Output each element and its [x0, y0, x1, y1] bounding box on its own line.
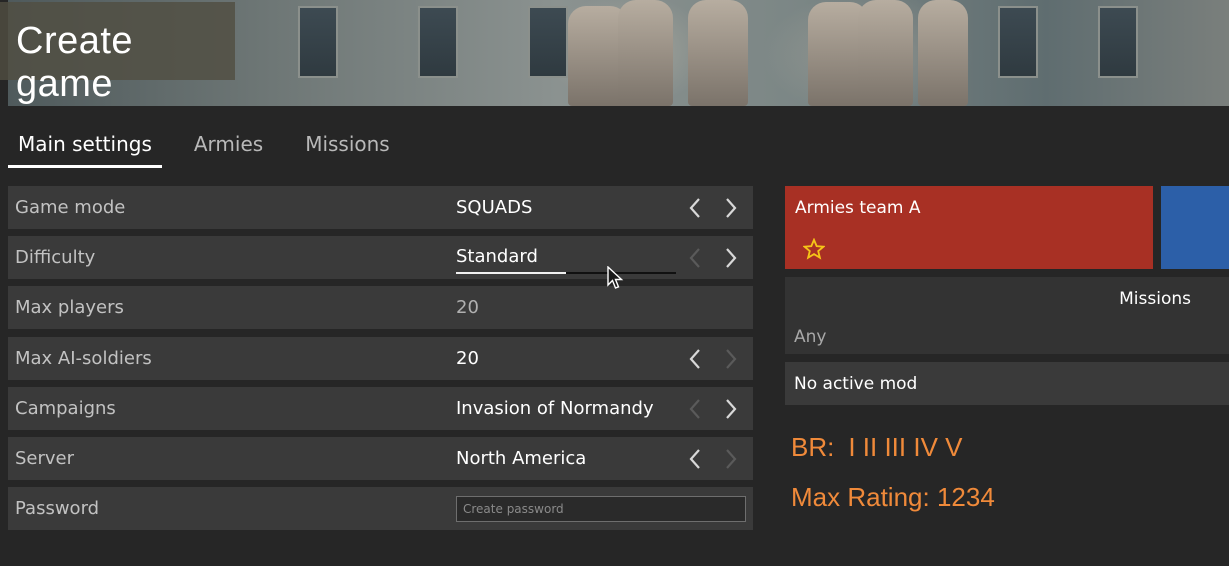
armies-team-a-label: Armies team A — [795, 198, 921, 218]
banner-statue — [688, 0, 748, 106]
chevron-left-icon — [689, 449, 700, 469]
difficulty-slider-fill — [456, 271, 566, 274]
max-ai-soldiers-value: 20 — [456, 347, 479, 369]
banner-window — [1098, 6, 1138, 78]
banner-window — [418, 6, 458, 78]
chevron-right-icon — [726, 348, 737, 369]
armies-team-a-card[interactable]: Armies team A — [785, 186, 1153, 269]
banner-statue — [618, 0, 673, 106]
chevron-right-icon — [726, 248, 737, 268]
mouse-cursor-icon — [607, 266, 624, 289]
tab-main-settings[interactable]: Main settings — [8, 126, 162, 168]
campaigns-label: Campaigns — [15, 397, 116, 419]
max-players-value: 20 — [456, 297, 479, 319]
campaigns-next-button[interactable] — [720, 396, 742, 422]
settings-list: Game mode SQUADS Difficulty Standard Max — [8, 186, 753, 537]
max-ai-soldiers-label: Max AI-soldiers — [15, 347, 152, 369]
chevron-left-icon — [689, 248, 700, 268]
tab-armies[interactable]: Armies — [184, 126, 273, 168]
mod-row[interactable]: No active mod — [785, 362, 1229, 405]
setting-row-difficulty: Difficulty Standard — [8, 236, 753, 280]
campaigns-prev-button[interactable] — [684, 396, 706, 422]
server-label: Server — [15, 447, 75, 469]
game-mode-label: Game mode — [15, 197, 126, 218]
password-input[interactable] — [456, 496, 746, 523]
title-box: Create game — [0, 2, 235, 105]
page-title: Create game — [16, 20, 134, 105]
setting-row-max-players: Max players 20 — [8, 286, 753, 330]
battle-rating-text: BR: I II III IV V — [791, 432, 963, 463]
battle-rating-label: BR: — [791, 432, 835, 462]
chevron-left-icon — [689, 198, 700, 218]
armies-team-b-card[interactable] — [1161, 186, 1229, 269]
server-value: North America — [456, 447, 587, 469]
password-label: Password — [15, 498, 100, 520]
max-ai-prev-button[interactable] — [684, 346, 706, 372]
difficulty-prev-button[interactable] — [684, 245, 706, 271]
chevron-left-icon — [689, 399, 700, 419]
star-icon — [803, 238, 825, 260]
setting-row-campaigns: Campaigns Invasion of Normandy — [8, 386, 753, 430]
missions-header: Missions — [1119, 289, 1191, 309]
game-mode-next-button[interactable] — [720, 195, 742, 221]
tab-bar: Main settings Armies Missions — [8, 126, 422, 170]
setting-row-server: Server North America — [8, 436, 753, 480]
difficulty-slider[interactable] — [456, 271, 676, 274]
difficulty-next-button[interactable] — [720, 245, 742, 271]
game-mode-value: SQUADS — [456, 197, 533, 218]
battle-rating-values: I II III IV V — [848, 432, 963, 462]
banner-statue — [858, 0, 913, 106]
mod-status: No active mod — [794, 373, 918, 394]
campaigns-value: Invasion of Normandy — [456, 397, 654, 419]
server-prev-button[interactable] — [684, 446, 706, 472]
missions-value: Any — [794, 327, 827, 347]
difficulty-value: Standard — [456, 246, 538, 268]
server-next-button[interactable] — [720, 446, 742, 472]
missions-box[interactable]: Missions Any — [785, 277, 1229, 354]
chevron-right-icon — [726, 399, 737, 419]
setting-row-game-mode: Game mode SQUADS — [8, 186, 753, 229]
setting-row-max-ai-soldiers: Max AI-soldiers 20 — [8, 336, 753, 380]
tab-missions[interactable]: Missions — [295, 126, 400, 168]
banner-window — [998, 6, 1038, 78]
banner-window — [298, 6, 338, 78]
max-players-label: Max players — [15, 297, 124, 319]
game-mode-prev-button[interactable] — [684, 195, 706, 221]
max-rating-text: Max Rating: 1234 — [791, 482, 995, 512]
chevron-left-icon — [689, 348, 700, 369]
banner-window — [528, 6, 568, 78]
chevron-right-icon — [726, 449, 737, 469]
difficulty-label: Difficulty — [15, 247, 96, 269]
setting-row-password: Password — [8, 487, 753, 531]
max-ai-next-button[interactable] — [720, 346, 742, 372]
chevron-right-icon — [726, 198, 737, 218]
banner-statue — [918, 0, 968, 106]
